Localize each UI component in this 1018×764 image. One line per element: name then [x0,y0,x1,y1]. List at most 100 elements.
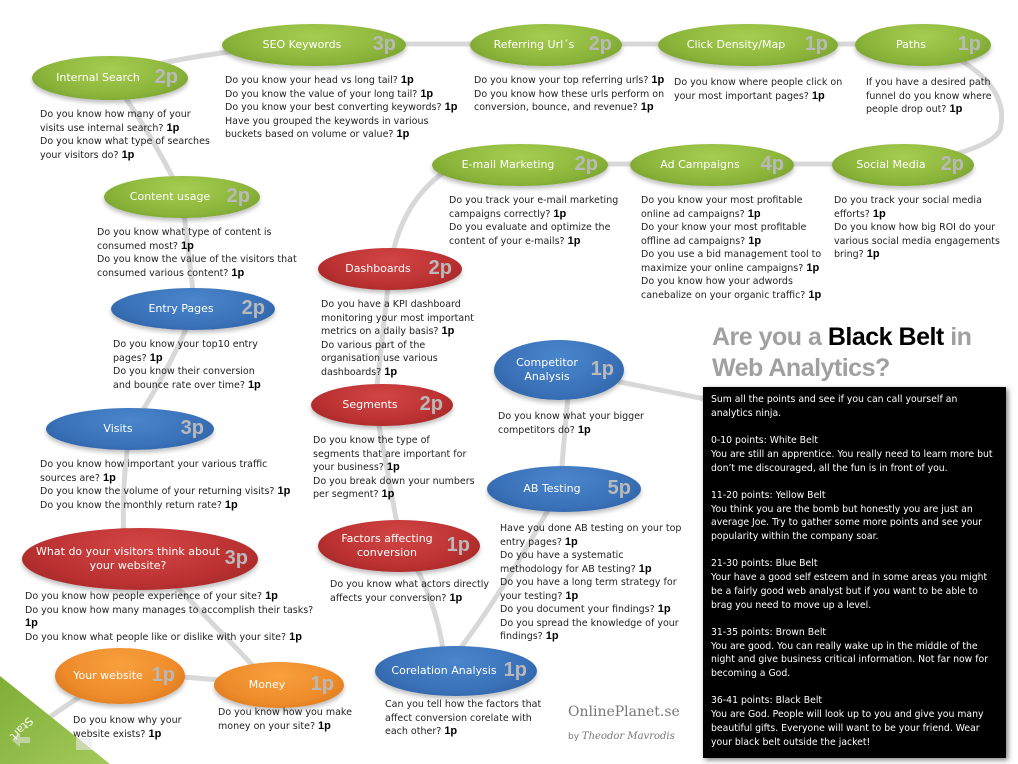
title-line2: Web Analytics? [712,354,890,382]
level-range: 21-30 points: Blue Belt [711,558,818,570]
question-points: 1p [565,589,579,602]
byline: by Theodor Mavrodis [568,731,675,742]
question-text: Do your know your most profitable offlin… [641,222,807,247]
question-points: 1p [811,89,825,102]
question-list: Do you know your head vs long tail? 1p Do… [225,74,465,142]
node-label: E-mail Marketing [461,158,555,171]
node-points: 2p [226,185,250,208]
question-item: Do you have a systematic methodology for… [500,549,685,576]
question-list: Do you know your most profitable online … [641,194,826,302]
question-text: Do you know your top referring urls? [474,75,649,86]
question-text: Do you know what people like or dislike … [25,631,287,643]
node-competitor-analysis[interactable]: Competitor Analysis 1p [494,340,624,400]
question-points: 1p [564,535,578,548]
node-seo-keywords[interactable]: SEO Keywords 3p [222,24,406,66]
question-points: 1p [872,207,886,220]
question-points: 1p [396,128,410,140]
question-item: Do you know what actors directly affects… [330,578,500,605]
node-points: 1p [804,33,828,56]
question-points: 1p [651,74,665,86]
question-item: Do you know what your bigger competitors… [498,410,658,437]
node-label: Visits [103,422,133,435]
question-text: Do you know your head vs long tail? [225,75,398,86]
question-points: 1p [545,630,559,642]
node-visitors-think[interactable]: What do your visitors think about your w… [22,528,258,590]
node-points: 2p [940,153,964,176]
node-social-media[interactable]: Social Media 2p [832,144,974,186]
question-list: Do you know how important your various t… [40,458,300,512]
question-points: 1p [567,234,581,247]
node-label: Dashboards [345,262,411,275]
question-list: Do you track your e-mail marketing campa… [449,194,624,248]
level-range: 0-10 points: White Belt [711,435,819,447]
question-text: Do you use a bid management tool to maxi… [641,249,822,274]
node-label: Money [248,678,286,691]
question-text: Can you tell how the factors that affect… [385,699,542,737]
node-points: 2p [241,297,265,320]
question-text: Do you track your e-mail marketing campa… [449,195,619,220]
level-range: 36-41 points: Black Belt [711,695,823,707]
question-points: 1p [247,378,261,391]
title-post: in [943,323,972,351]
node-paths[interactable]: Paths 1p [855,24,991,66]
question-points: 1p [444,101,458,113]
question-item: Do you know where people click on your m… [674,76,844,103]
node-entry-pages[interactable]: Entry Pages 2p [111,288,275,330]
question-points: 1p [449,591,463,604]
node-dashboards[interactable]: Dashboards 2p [318,248,462,290]
node-label: AB Testing [523,482,581,495]
question-text: Do you know how people experience of you… [25,591,263,602]
question-item: Do you know what type of searches your v… [40,135,215,162]
level-range: 31-35 points: Brown Belt [711,626,827,638]
question-list: Do you track your social media efforts? … [834,194,1004,262]
question-item: Do you have a KPI dashboard monitoring y… [321,298,486,339]
node-money[interactable]: Money 1p [214,662,344,708]
scoring-level: 21-30 points: Blue Belt Your have a good … [711,557,998,612]
question-list: Do you know how you make money on your s… [218,706,358,733]
node-email-marketing[interactable]: E-mail Marketing 2p [432,144,608,186]
node-points: 2p [428,257,452,280]
question-text: Do you know your most profitable online … [641,195,803,220]
start-corner[interactable] [0,676,110,764]
question-item: Do you know your top10 entry pages? 1p [113,338,273,365]
question-list: Have you done AB testing on your top ent… [500,522,685,644]
question-points: 1p [384,365,398,378]
node-points: 1p [151,664,175,687]
node-label: Click Density/Map [686,38,786,51]
question-text: Do you know how many manages to accompli… [25,604,314,616]
question-text: Do you know what actors directly affects… [330,579,489,604]
scoring-intro: Sum all the points and see if you can ca… [711,394,958,419]
question-list: Do you know what type of content is cons… [97,226,297,280]
question-item: Do you know how many of your visits use … [40,108,215,135]
scoring-level: 31-35 points: Brown Belt You are good. Yo… [711,626,998,681]
node-points: 2p [419,393,443,416]
question-points: 1p [318,719,331,732]
question-item: Do you know the value of the visitors th… [97,253,297,280]
question-points: 1p [181,239,194,252]
node-internal-search[interactable]: Internal Search 2p [32,56,188,100]
node-corelation-analysis[interactable]: Corelation Analysis 1p [375,646,537,696]
question-points: 1p [149,351,163,364]
node-content-usage[interactable]: Content usage 2p [104,176,260,218]
question-points: 1p [166,121,180,134]
question-item: Do you know what people like or dislike … [25,631,325,645]
question-list: Do you know how people experience of you… [25,590,325,644]
question-list: Do you know what your bigger competitors… [498,410,658,437]
question-item: Do you know what type of content is cons… [97,226,297,253]
question-points: 1p [289,630,302,643]
question-text: Do you know the value of the visitors th… [97,254,297,279]
node-segments[interactable]: Segments 2p [311,384,453,426]
node-click-density[interactable]: Click Density/Map 1p [658,24,838,66]
node-visits[interactable]: Visits 3p [46,408,214,450]
question-points: 1p [381,488,395,500]
question-points: 1p [148,727,162,740]
node-points: 3p [224,547,248,570]
node-ad-campaigns[interactable]: Ad Campaigns 4p [630,144,794,186]
node-factors-affecting[interactable]: Factors affecting conversion 1p [318,520,480,572]
question-item: Do you track your e-mail marketing campa… [449,194,624,221]
node-ab-testing[interactable]: AB Testing 5p [487,466,641,512]
level-text: You are good. You can really wake up in … [711,640,989,679]
question-points: 1p [747,207,761,220]
node-label: Entry Pages [148,302,214,315]
node-referring-urls[interactable]: Referring Url´s 2p [470,24,622,66]
